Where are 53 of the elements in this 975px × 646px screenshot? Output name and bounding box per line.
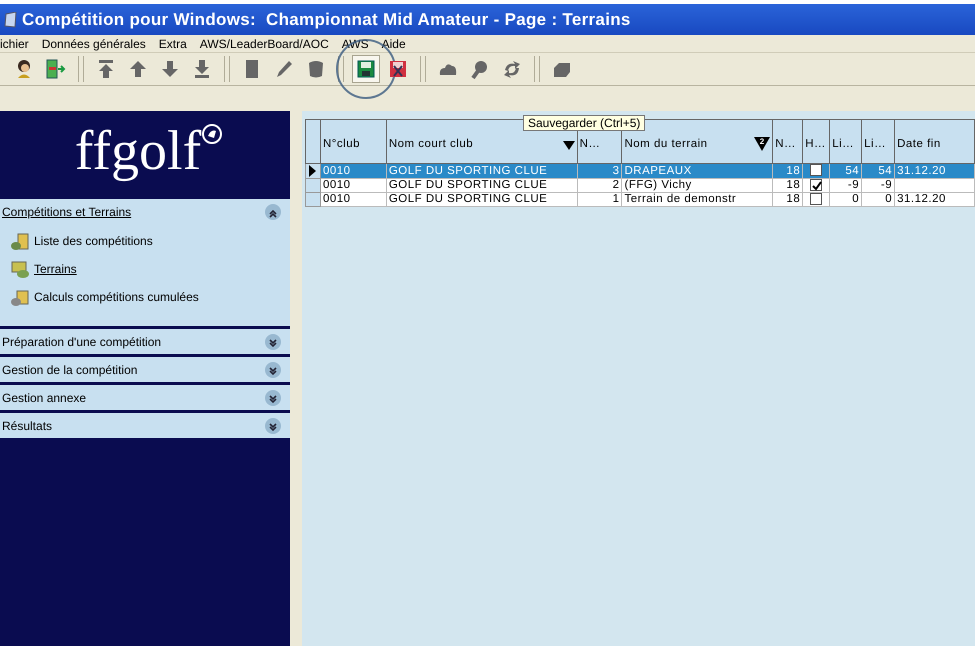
table-cell: 31.12.20: [894, 192, 974, 207]
sidebar-link[interactable]: Calculs compétitions cumulées: [34, 288, 199, 306]
expand-icon[interactable]: [264, 388, 282, 406]
column-header[interactable]: N°club: [320, 120, 386, 164]
check-icon: [811, 180, 822, 191]
column-header[interactable]: Li…: [862, 120, 895, 164]
document-icon: [10, 288, 30, 306]
row-pointer-icon: [306, 164, 318, 178]
table-row[interactable]: 0010 GOLF DU SPORTING CLUE 2 (FFG) Vichy 18 -9 -9: [306, 178, 974, 193]
crossed-floppy-icon: [387, 58, 409, 80]
menu-item[interactable]: Extra: [158, 34, 187, 52]
sort-arrow-icon: [562, 138, 575, 150]
checkbox[interactable]: [810, 180, 822, 191]
table-row[interactable]: 0010 GOLF DU SPORTING CLUE 3 DRAPEAUX 18 54 54 31.12.20: [306, 164, 974, 178]
table-cell: 0: [862, 192, 895, 207]
table-cell: 18: [772, 192, 803, 207]
column-header[interactable]: H…: [802, 120, 830, 164]
column-header[interactable]: Date fin: [894, 120, 974, 164]
expand-icon[interactable]: [264, 416, 282, 434]
table-cell: GOLF DU SPORTING CLUE: [386, 192, 578, 207]
column-header[interactable]: N…: [772, 120, 803, 164]
collapse-icon[interactable]: [264, 202, 282, 220]
section-header[interactable]: Compétitions et Terrains: [2, 202, 132, 220]
sort-arrow-icon: [754, 137, 770, 152]
section-header[interactable]: Gestion de la compétition: [2, 360, 138, 378]
window-title: Compétition pour Windows: Championnat Mid Amateur - Page : Terrains: [22, 8, 631, 31]
toolbar-button[interactable]: [352, 55, 380, 83]
expand-icon[interactable]: [264, 360, 282, 378]
sidebar-link[interactable]: Terrains: [34, 260, 77, 278]
exit-icon: [45, 58, 67, 80]
checkbox[interactable]: [810, 194, 822, 206]
table-cell: 1: [577, 192, 622, 207]
table-cell: 0010: [320, 192, 386, 207]
menu-item[interactable]: ichier: [0, 34, 29, 52]
table-row[interactable]: 0010 GOLF DU SPORTING CLUE 1 Terrain de demonstr 18 0 0 31.12.20: [306, 192, 974, 207]
section-header[interactable]: Gestion annexe: [2, 388, 86, 406]
section-header[interactable]: Résultats: [2, 416, 52, 434]
column-header[interactable]: Li…: [830, 120, 862, 164]
document-icon: [10, 260, 30, 278]
tooltip: Sauvegarder (Ctrl+5): [523, 115, 646, 131]
expand-icon[interactable]: [264, 332, 282, 350]
checkbox[interactable]: [810, 164, 822, 176]
table-cell: 0: [830, 192, 862, 207]
logo: ffgolf: [74, 119, 202, 183]
table-cell: Terrain de demonstr: [622, 192, 773, 207]
sort-order-label: 2: [760, 136, 765, 148]
app-icon: [4, 12, 18, 28]
menu-item[interactable]: AWS/LeaderBoard/AOC: [200, 34, 329, 52]
menu-item[interactable]: Aide: [382, 34, 406, 52]
menu-item[interactable]: Données générales: [42, 34, 146, 52]
section-header[interactable]: Préparation d'une compétition: [2, 332, 162, 350]
document-icon: [10, 232, 30, 250]
sidebar-link[interactable]: Liste des compétitions: [34, 232, 153, 250]
